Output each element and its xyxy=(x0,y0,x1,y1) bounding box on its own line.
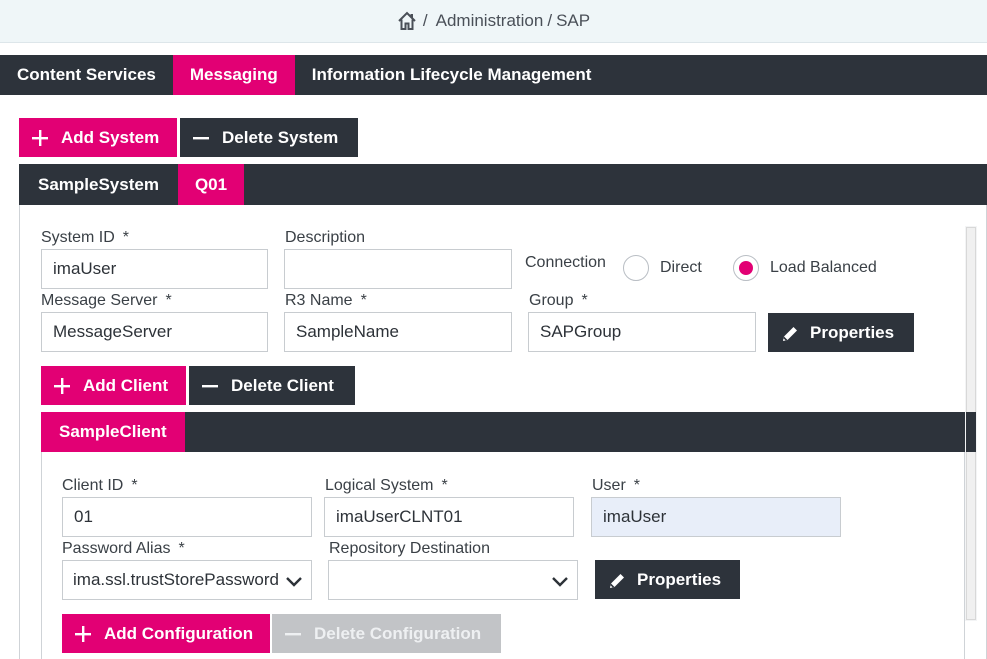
client-properties-button[interactable]: Properties xyxy=(595,560,740,599)
password-alias-select[interactable]: ima.ssl.trustStorePassword xyxy=(62,560,312,600)
chevron-down-icon xyxy=(551,572,569,590)
add-system-button[interactable]: Add System xyxy=(19,118,177,157)
password-alias-value: ima.ssl.trustStorePassword xyxy=(73,570,279,589)
main-tab-bar: Content Services Messaging Information L… xyxy=(0,55,987,95)
delete-configuration-button[interactable]: Delete Configuration xyxy=(272,614,501,653)
minus-icon xyxy=(201,377,219,395)
tab-messaging[interactable]: Messaging xyxy=(172,55,295,95)
system-properties-label: Properties xyxy=(810,322,895,342)
add-configuration-button[interactable]: Add Configuration xyxy=(62,614,270,653)
breadcrumb-separator: / xyxy=(547,11,553,30)
message-server-input[interactable]: MessageServer xyxy=(41,312,268,352)
repository-destination-select[interactable] xyxy=(328,560,578,600)
tab-content-services[interactable]: Content Services xyxy=(0,55,173,95)
client-tab-bar: SampleClient xyxy=(41,412,965,452)
scrollbar-tab-bar-edge xyxy=(966,412,976,452)
plus-icon xyxy=(74,625,92,643)
client-properties-label: Properties xyxy=(637,569,722,589)
tab-q01[interactable]: Q01 xyxy=(177,164,245,205)
client-id-input[interactable]: 01 xyxy=(62,497,312,537)
client-id-label: Client ID * xyxy=(62,477,138,494)
pencil-icon xyxy=(780,324,798,342)
description-input[interactable] xyxy=(284,249,512,289)
description-label: Description xyxy=(285,229,366,246)
tab-samplesystem[interactable]: SampleSystem xyxy=(19,164,178,205)
add-system-label: Add System xyxy=(61,127,160,147)
connection-load-balanced-radio[interactable] xyxy=(733,255,759,281)
group-label: Group * xyxy=(529,292,588,309)
delete-client-button[interactable]: Delete Client xyxy=(189,366,355,405)
breadcrumb-item-sap: SAP xyxy=(556,11,591,30)
plus-icon xyxy=(53,377,71,395)
breadcrumb-item-administration[interactable]: Administration xyxy=(436,11,544,31)
user-input[interactable]: imaUser xyxy=(591,497,841,537)
chevron-down-icon xyxy=(285,572,303,590)
delete-system-label: Delete System xyxy=(222,127,339,147)
add-client-label: Add Client xyxy=(83,375,168,395)
add-configuration-label: Add Configuration xyxy=(104,623,254,643)
delete-system-button[interactable]: Delete System xyxy=(180,118,358,157)
connection-direct-label: Direct xyxy=(660,259,702,276)
connection-label: Connection xyxy=(525,254,606,271)
tab-information-lifecycle-management[interactable]: Information Lifecycle Management xyxy=(295,55,609,95)
minus-icon xyxy=(192,129,210,147)
delete-configuration-label: Delete Configuration xyxy=(314,623,482,643)
system-tab-bar: SampleSystem Q01 xyxy=(19,164,987,205)
minus-icon xyxy=(284,625,302,643)
group-input[interactable]: SAPGroup xyxy=(528,312,756,352)
user-label: User * xyxy=(592,477,641,494)
tab-sampleclient[interactable]: SampleClient xyxy=(41,412,185,452)
breadcrumb-separator: / xyxy=(422,11,428,30)
plus-icon xyxy=(31,129,49,147)
r3-name-label: R3 Name * xyxy=(285,292,367,309)
message-server-label: Message Server * xyxy=(41,292,172,309)
delete-client-label: Delete Client xyxy=(231,375,334,395)
r3-name-input[interactable]: SampleName xyxy=(284,312,512,352)
system-properties-button[interactable]: Properties xyxy=(768,313,914,352)
breadcrumb: / Administration / SAP xyxy=(0,0,987,43)
repository-destination-label: Repository Destination xyxy=(329,540,490,557)
logical-system-label: Logical System * xyxy=(325,477,448,494)
home-icon[interactable] xyxy=(397,11,417,31)
system-id-label: System ID * xyxy=(41,229,130,246)
password-alias-label: Password Alias * xyxy=(62,540,185,557)
connection-load-balanced-label: Load Balanced xyxy=(770,259,877,276)
pencil-icon xyxy=(607,571,625,589)
logical-system-input[interactable]: imaUserCLNT01 xyxy=(324,497,574,537)
system-id-input[interactable]: imaUser xyxy=(41,249,268,289)
add-client-button[interactable]: Add Client xyxy=(41,366,186,405)
connection-direct-radio[interactable] xyxy=(623,255,649,281)
